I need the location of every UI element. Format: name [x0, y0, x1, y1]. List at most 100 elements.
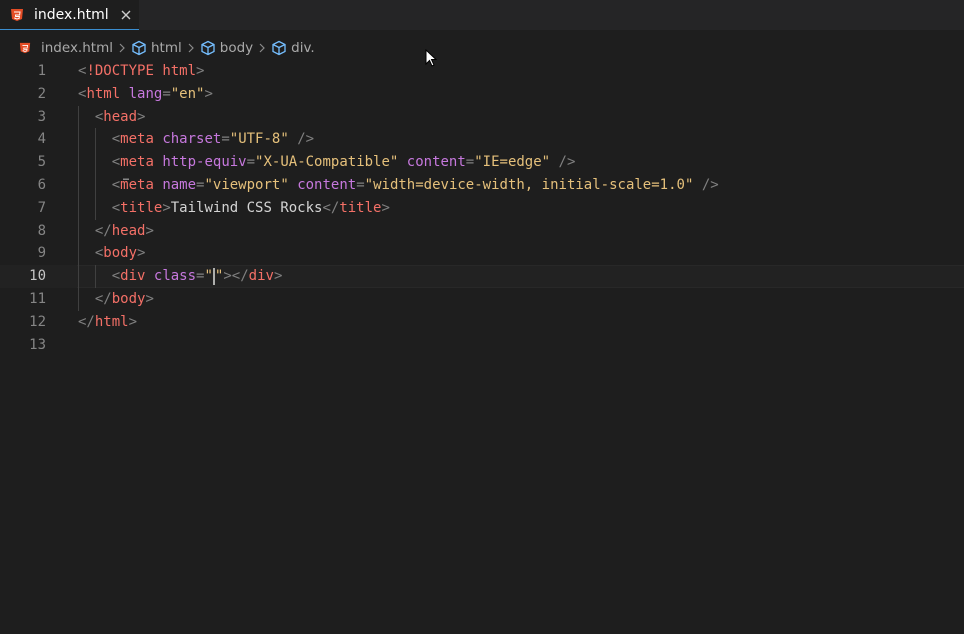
line-number: 1	[37, 63, 46, 79]
breadcrumb: index.html html body div.	[0, 37, 964, 59]
code-token: >	[204, 85, 213, 102]
breadcrumb-label: index.html	[41, 40, 113, 56]
code-token: class	[153, 268, 197, 285]
cube-icon	[272, 40, 286, 56]
code-token: html	[86, 85, 121, 102]
code-line[interactable]: 4 <meta charset="UTF-8" />	[0, 128, 964, 152]
code-line[interactable]: 13	[0, 334, 964, 357]
code-token: >	[223, 268, 232, 285]
code-token: >	[137, 108, 146, 125]
code-token: div	[120, 268, 146, 285]
close-icon[interactable]	[119, 8, 133, 22]
code-token: html	[162, 63, 197, 79]
breadcrumb-label: body	[219, 40, 254, 56]
code-token: "UTF-8"	[229, 131, 289, 148]
code-line[interactable]: 1 <!DOCTYPE html>	[0, 60, 964, 83]
code-text: </body>	[78, 288, 154, 311]
code-token: "width=device-width, initial-scale=1.0"	[364, 176, 694, 193]
line-number: 3	[37, 108, 46, 125]
code-token: <	[111, 131, 121, 148]
breadcrumb-item-body[interactable]: body	[200, 40, 253, 56]
code-token: />	[297, 131, 315, 148]
code-token: >	[196, 63, 205, 79]
code-token: >	[145, 222, 154, 239]
code-line[interactable]: 2 <html lang="en">	[0, 83, 964, 106]
tab-index-html[interactable]: index.html	[0, 0, 139, 30]
code-token: name	[162, 176, 197, 193]
code-token: =	[465, 154, 475, 171]
code-token: charset	[162, 131, 222, 148]
breadcrumb-label: html	[150, 40, 182, 56]
html5-icon	[19, 42, 31, 54]
line-number: 4	[37, 131, 46, 148]
tab-title: index.html	[34, 6, 109, 23]
code-token: >	[145, 290, 154, 307]
code-text: <html lang="en">	[78, 83, 213, 106]
code-line[interactable]: 6 <meta name="viewport" content="width=d…	[0, 173, 964, 197]
code-token: <	[111, 268, 121, 285]
code-text: </head>	[78, 220, 154, 243]
chevron-right-icon	[259, 43, 265, 53]
code-token: div	[248, 268, 274, 285]
code-text: <body>	[78, 242, 146, 265]
breadcrumb-label: div.	[291, 40, 315, 56]
breadcrumb-item-file[interactable]: index.html	[19, 40, 113, 56]
code-token: Tailwind CSS Rocks	[170, 199, 323, 216]
code-token: content	[406, 154, 466, 171]
code-token: "	[204, 268, 213, 285]
code-token: >	[381, 199, 390, 216]
code-token: />	[558, 154, 576, 171]
code-token: "X-UA-Compatible"	[255, 154, 399, 171]
code-token: lang	[128, 85, 163, 102]
code-token: =	[246, 154, 256, 171]
chevron-right-icon	[119, 43, 125, 53]
code-text: <meta charset="UTF-8" />	[78, 128, 314, 151]
code-token: >	[273, 268, 283, 285]
code-text: <title>Tailwind CSS Rocks</title>	[78, 197, 390, 220]
code-token: title	[120, 199, 163, 216]
line-number: 7	[37, 199, 46, 216]
line-number: 12	[29, 313, 46, 330]
line-number: 11	[29, 290, 46, 307]
line-number: 2	[37, 85, 46, 102]
code-token: </	[78, 313, 95, 330]
code-text: <meta http-equiv="X-UA-Compatible" conte…	[78, 151, 576, 174]
code-line[interactable]: 3 <head>	[0, 105, 964, 129]
code-token: >	[162, 199, 171, 216]
code-token: </	[322, 199, 340, 216]
html5-icon	[11, 8, 23, 21]
breadcrumb-item-html[interactable]: html	[131, 40, 182, 56]
breadcrumb-item-div[interactable]: div.	[271, 40, 315, 56]
code-line[interactable]: 9 <body>	[0, 242, 964, 266]
code-line[interactable]: 11 </body>	[0, 287, 964, 311]
cube-icon	[132, 40, 146, 56]
code-line[interactable]: 5 <meta http-equiv="X-UA-Compatible" con…	[0, 151, 964, 183]
code-line[interactable]: 8 </head>	[0, 219, 964, 243]
code-token: </	[231, 268, 249, 285]
code-token: body	[111, 290, 146, 307]
code-token: =	[162, 85, 171, 102]
code-token: meta	[120, 176, 154, 193]
code-text: </html>	[78, 311, 137, 334]
code-line[interactable]: 7 <title>Tailwind CSS Rocks</title>	[0, 196, 964, 220]
line-number: 10	[29, 268, 46, 285]
code-token: "en"	[170, 85, 205, 102]
code-line[interactable]: 10 <div class=" "></div>	[0, 265, 964, 288]
code-token: title	[339, 199, 382, 216]
code-token: meta	[120, 131, 154, 148]
code-line[interactable]: 12 </html>	[0, 311, 964, 334]
code-editor[interactable]: 1 <!DOCTYPE html> 2 <html lang="en"> 3 <head…	[0, 60, 964, 356]
code-token: http-equiv	[162, 154, 247, 171]
code-text: <div class=" "></div>	[78, 265, 282, 288]
